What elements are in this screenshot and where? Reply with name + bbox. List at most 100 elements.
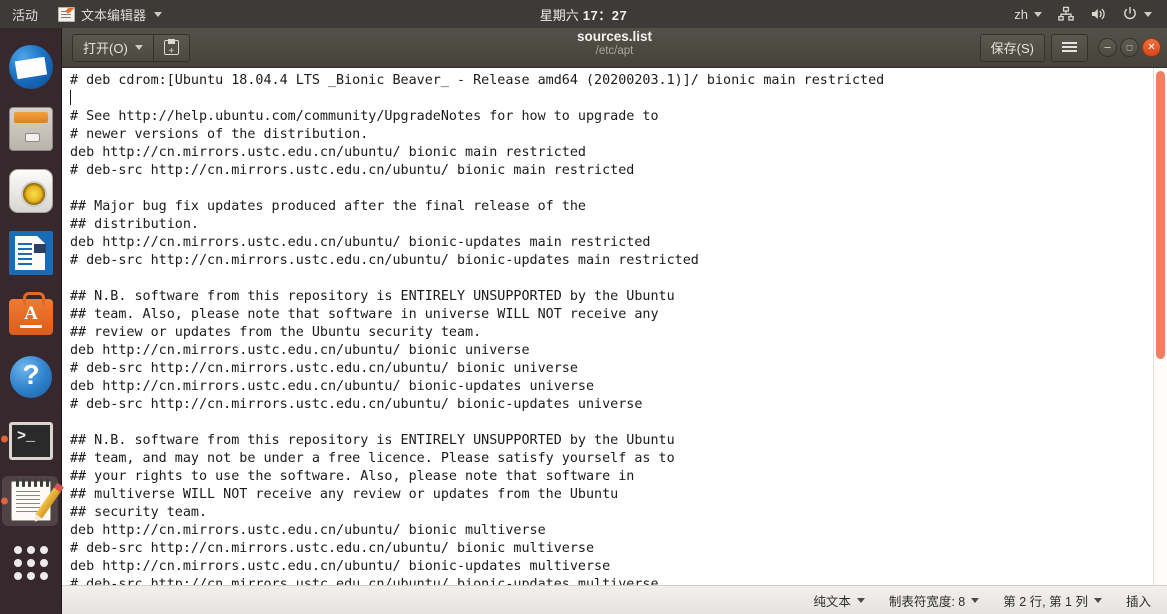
- network-indicator[interactable]: [1051, 0, 1081, 28]
- editor-line: deb http://cn.mirrors.ustc.edu.cn/ubuntu…: [70, 523, 546, 538]
- chevron-down-icon: [1093, 597, 1102, 603]
- editor-line: ## multiverse WILL NOT receive any revie…: [70, 487, 619, 502]
- top-panel-right: zh: [1007, 0, 1159, 28]
- headerbar-left-group: 打开(O): [72, 33, 190, 62]
- dock-item-text-editor[interactable]: [0, 470, 62, 532]
- editor-line: # deb-src http://cn.mirrors.ustc.edu.cn/…: [70, 577, 659, 585]
- save-button-label: 保存(S): [990, 41, 1034, 56]
- editor-line: # deb-src http://cn.mirrors.ustc.edu.cn/…: [70, 253, 699, 268]
- help-icon: [10, 356, 52, 398]
- editor-statusbar: 纯文本 制表符宽度: 8 第 2 行, 第 1 列 插入: [62, 585, 1167, 614]
- tab-width-selector[interactable]: 制表符宽度: 8: [888, 591, 980, 610]
- app-menu-button[interactable]: 文本编辑器: [48, 0, 172, 28]
- volume-indicator[interactable]: [1083, 0, 1113, 28]
- open-button[interactable]: 打开(O): [72, 33, 154, 62]
- editor-line: [70, 90, 1167, 108]
- chevron-down-icon: [1144, 11, 1152, 17]
- scrollbar-thumb[interactable]: [1156, 71, 1165, 359]
- editor-line: ## distribution.: [70, 217, 199, 232]
- thunderbird-icon: [9, 45, 53, 89]
- editor-line: ## N.B. software from this repository is…: [70, 289, 675, 304]
- editor-line: ## team. Also, please note that software…: [70, 307, 659, 322]
- language-selector[interactable]: 纯文本: [813, 591, 865, 610]
- chevron-down-icon: [134, 45, 143, 50]
- dock-item-thunderbird-mail[interactable]: [0, 36, 62, 98]
- insert-mode-label: 插入: [1125, 594, 1151, 609]
- input-source-indicator[interactable]: zh: [1007, 0, 1049, 28]
- cursor-position-label: 第 2 行, 第 1 列: [1003, 594, 1088, 609]
- software-underline-glyph: [20, 325, 42, 328]
- libreoffice-writer-icon: [9, 231, 53, 275]
- power-icon: [1124, 6, 1136, 20]
- minimize-icon[interactable]: [1098, 38, 1117, 57]
- tab-width-label: 制表符宽度: 8: [888, 594, 966, 609]
- dock-item-ubuntu-software[interactable]: [0, 284, 62, 346]
- menu-button[interactable]: [1051, 33, 1088, 62]
- language-label: 纯文本: [813, 594, 851, 609]
- editor-line: # newer versions of the distribution.: [70, 127, 369, 142]
- insert-mode-indicator: 插入: [1126, 591, 1151, 610]
- editor-line: # deb-src http://cn.mirrors.ustc.edu.cn/…: [70, 541, 595, 556]
- notebook-rings-glyph: [15, 479, 49, 487]
- input-source-label: zh: [1014, 6, 1028, 22]
- editor-line: ## team, and may not be under a free lic…: [70, 451, 675, 466]
- dock-item-help[interactable]: [0, 346, 62, 408]
- dock-item-show-applications[interactable]: [0, 532, 62, 594]
- editor-line: ## N.B. software from this repository is…: [70, 433, 675, 448]
- desktop-screen: 活动 文本编辑器 星期六 17：27 zh A ? >_ 打开(O) + sou…: [0, 0, 1167, 614]
- editor-line: ## your rights to use the software. Also…: [70, 469, 635, 484]
- hamburger-menu-icon: [1062, 42, 1077, 53]
- ubuntu-dock: [0, 28, 62, 614]
- vertical-scrollbar[interactable]: [1153, 68, 1167, 585]
- new-document-icon: [163, 39, 179, 57]
- dock-item-libreoffice-writer[interactable]: [0, 222, 62, 284]
- text-editor-icon: [11, 479, 62, 521]
- editor-line: # deb cdrom:[Ubuntu 18.04.4 LTS _Bionic …: [70, 73, 885, 88]
- editor-line: # See http://help.ubuntu.com/community/U…: [70, 109, 659, 124]
- activities-button[interactable]: 活动: [0, 0, 48, 28]
- activities-label: 活动: [12, 7, 39, 23]
- clock-area[interactable]: 星期六 17：27: [0, 5, 1167, 24]
- chevron-down-icon: [971, 597, 980, 603]
- window-headerbar: 打开(O) sources.list /etc/apt 保存(S): [62, 28, 1167, 68]
- editor-line: deb http://cn.mirrors.ustc.edu.cn/ubuntu…: [70, 379, 595, 394]
- text-editor-icon: [58, 6, 76, 22]
- dock-item-terminal[interactable]: [0, 408, 62, 470]
- terminal-icon: [9, 421, 53, 460]
- running-indicator-dot: [1, 497, 8, 505]
- system-menu-button[interactable]: [1115, 0, 1159, 28]
- editor-line: deb http://cn.mirrors.ustc.edu.cn/ubuntu…: [70, 343, 530, 358]
- chevron-down-icon: [1034, 11, 1042, 17]
- editor-line: ## security team.: [70, 505, 208, 520]
- pencil-glyph: [34, 486, 62, 520]
- chevron-down-icon: [856, 597, 865, 603]
- editor-line: # deb-src http://cn.mirrors.ustc.edu.cn/…: [70, 163, 635, 178]
- editor-line: ## review or updates from the Ubuntu sec…: [70, 325, 482, 340]
- editor-area: # deb cdrom:[Ubuntu 18.04.4 LTS _Bionic …: [62, 68, 1167, 585]
- cursor-position-selector[interactable]: 第 2 行, 第 1 列: [1003, 591, 1102, 610]
- dock-item-files[interactable]: [0, 98, 62, 160]
- editor-line: ## Major bug fix updates produced after …: [70, 199, 586, 214]
- open-button-label: 打开(O): [83, 41, 128, 56]
- app-menu-label: 文本编辑器: [81, 7, 147, 23]
- editor-line: deb http://cn.mirrors.ustc.edu.cn/ubuntu…: [70, 235, 651, 250]
- close-icon[interactable]: [1142, 38, 1161, 57]
- files-icon: [9, 107, 53, 151]
- editor-line: deb http://cn.mirrors.ustc.edu.cn/ubuntu…: [70, 145, 586, 160]
- running-indicator-dot: [1, 435, 8, 443]
- new-document-button[interactable]: [153, 33, 190, 62]
- headerbar-right-group: 保存(S): [979, 33, 1161, 62]
- save-button[interactable]: 保存(S): [979, 33, 1045, 62]
- text-editor-window: 打开(O) sources.list /etc/apt 保存(S): [62, 28, 1167, 614]
- text-editor-content[interactable]: # deb cdrom:[Ubuntu 18.04.4 LTS _Bionic …: [66, 68, 1167, 585]
- top-panel-left: 活动 文本编辑器: [0, 0, 172, 28]
- editor-line: # deb-src http://cn.mirrors.ustc.edu.cn/…: [70, 397, 643, 412]
- window-controls: [1098, 38, 1161, 57]
- dock-item-rhythmbox[interactable]: [0, 160, 62, 222]
- clock-time: 17：27: [582, 7, 628, 23]
- maximize-icon[interactable]: [1120, 38, 1139, 57]
- volume-icon: [1092, 8, 1105, 20]
- writer-chart-glyph: [34, 244, 46, 253]
